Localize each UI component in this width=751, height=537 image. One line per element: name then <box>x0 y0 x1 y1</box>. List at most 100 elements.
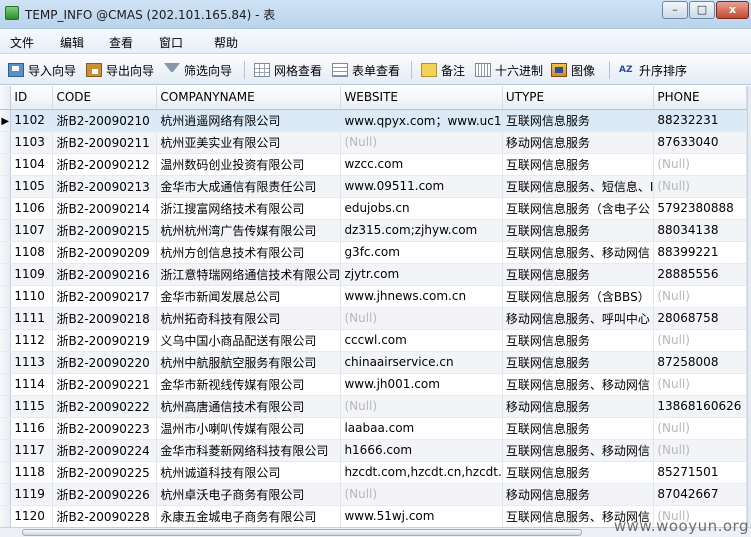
memo-button[interactable]: 备注 <box>421 60 465 80</box>
cell-id[interactable]: 1120 <box>10 505 54 527</box>
cell-phone[interactable]: 85271501 <box>653 461 747 484</box>
menu-edit[interactable]: 编辑 <box>60 34 84 51</box>
cell-companyname[interactable]: 金华市科菱新网络科技有限公司 <box>156 439 342 462</box>
cell-website[interactable]: chinaairservice.cn <box>340 351 503 374</box>
cell-id[interactable]: 1105 <box>10 175 54 198</box>
row-indicator[interactable] <box>0 263 12 286</box>
row-indicator[interactable] <box>0 329 12 352</box>
cell-utype[interactable]: 互联网信息服务（含电子公 <box>502 197 655 220</box>
column-header-phone[interactable]: PHONE <box>653 86 747 110</box>
data-grid[interactable]: ID CODE COMPANYNAME WEBSITE UTYPE PHONE … <box>0 86 751 527</box>
column-header-code[interactable]: CODE <box>52 86 158 110</box>
cell-companyname[interactable]: 金华市新闻发展总公司 <box>156 285 342 308</box>
table-row[interactable]: 1103 浙B2-20090211 杭州亚美实业有限公司 (Null) 移动网信息服务 8… <box>0 131 751 154</box>
cell-phone[interactable]: (Null) <box>653 329 747 352</box>
cell-code[interactable]: 浙B2-20090226 <box>52 483 158 506</box>
column-header-utype[interactable]: UTYPE <box>502 86 655 110</box>
cell-website[interactable]: (Null) <box>340 131 503 154</box>
table-row[interactable]: 1114 浙B2-20090221 金华市新视线传媒有限公司 www.jh001.co… <box>0 373 751 396</box>
cell-website[interactable]: (Null) <box>340 395 503 418</box>
cell-phone[interactable]: 87633040 <box>653 131 747 154</box>
cell-companyname[interactable]: 杭州亚美实业有限公司 <box>156 131 342 154</box>
table-row[interactable]: 1113 浙B2-20090220 杭州中航服航空服务有限公司 chinaairser… <box>0 351 751 374</box>
cell-utype[interactable]: 互联网信息服务、移动网信 <box>502 241 655 264</box>
cell-website[interactable]: zjytr.com <box>340 263 503 286</box>
cell-code[interactable]: 浙B2-20090223 <box>52 417 158 440</box>
cell-id[interactable]: 1119 <box>10 483 54 506</box>
cell-utype[interactable]: 互联网信息服务 <box>502 351 655 374</box>
cell-companyname[interactable]: 金华市新视线传媒有限公司 <box>156 373 342 396</box>
cell-utype[interactable]: 互联网信息服务、移动网信 <box>502 439 655 462</box>
sort-ascending-button[interactable]: AZ 升序排序 <box>619 60 687 80</box>
row-indicator[interactable] <box>0 417 12 440</box>
cell-companyname[interactable]: 永康五金城电子商务有限公司 <box>156 505 342 527</box>
table-row[interactable]: 1104 浙B2-20090212 温州数码创业投资有限公司 wzcc.com 互联网信… <box>0 153 751 176</box>
table-row[interactable]: 1111 浙B2-20090218 杭州拓奇科技有限公司 (Null) 移动网信息服务、… <box>0 307 751 330</box>
cell-code[interactable]: 浙B2-20090218 <box>52 307 158 330</box>
cell-code[interactable]: 浙B2-20090213 <box>52 175 158 198</box>
cell-companyname[interactable]: 杭州杭州湾广告传媒有限公司 <box>156 219 342 242</box>
row-indicator[interactable] <box>0 461 12 484</box>
cell-companyname[interactable]: 杭州高唐通信技术有限公司 <box>156 395 342 418</box>
menu-help[interactable]: 帮助 <box>214 34 238 51</box>
cell-code[interactable]: 浙B2-20090220 <box>52 351 158 374</box>
cell-id[interactable]: 1116 <box>10 417 54 440</box>
filter-wizard-button[interactable]: 筛选向导 <box>164 60 232 80</box>
cell-website[interactable]: dz315.com;zjhyw.com <box>340 219 503 242</box>
cell-phone[interactable]: 28068758 <box>653 307 747 330</box>
cell-id[interactable]: 1102 <box>10 109 54 132</box>
cell-phone[interactable]: (Null) <box>653 439 747 462</box>
column-header-companyname[interactable]: COMPANYNAME <box>156 86 342 110</box>
row-indicator[interactable] <box>0 307 12 330</box>
cell-id[interactable]: 1106 <box>10 197 54 220</box>
cell-companyname[interactable]: 杭州方创信息技术有限公司 <box>156 241 342 264</box>
row-indicator[interactable] <box>0 285 12 308</box>
row-indicator[interactable] <box>0 219 12 242</box>
cell-phone[interactable]: 5792380888 <box>653 197 747 220</box>
cell-website[interactable]: edujobs.cn <box>340 197 503 220</box>
cell-id[interactable]: 1115 <box>10 395 54 418</box>
cell-phone[interactable]: (Null) <box>653 285 747 308</box>
cell-utype[interactable]: 互联网信息服务（含BBS） <box>502 285 655 308</box>
hex-button[interactable]: 十六进制 <box>475 60 543 80</box>
cell-companyname[interactable]: 浙江搜富网络技术有限公司 <box>156 197 342 220</box>
menu-file[interactable]: 文件 <box>10 34 34 51</box>
cell-utype[interactable]: 互联网信息服务、移动网信 <box>502 373 655 396</box>
cell-id[interactable]: 1109 <box>10 263 54 286</box>
form-view-button[interactable]: 表单查看 <box>332 60 400 80</box>
cell-companyname[interactable]: 金华市大成通信有限责任公司 <box>156 175 342 198</box>
cell-companyname[interactable]: 杭州卓沃电子商务有限公司 <box>156 483 342 506</box>
cell-website[interactable]: www.qpyx.com；www.uc1 <box>340 109 503 132</box>
table-row[interactable]: 1107 浙B2-20090215 杭州杭州湾广告传媒有限公司 dz315.com;z… <box>0 219 751 242</box>
close-button[interactable]: x <box>716 1 749 19</box>
cell-phone[interactable]: (Null) <box>653 417 747 440</box>
cell-id[interactable]: 1107 <box>10 219 54 242</box>
cell-phone[interactable]: 88034138 <box>653 219 747 242</box>
cell-companyname[interactable]: 温州数码创业投资有限公司 <box>156 153 342 176</box>
horizontal-scrollbar-thumb[interactable] <box>22 529 582 536</box>
cell-phone[interactable]: 87042667 <box>653 483 747 506</box>
table-row[interactable]: 1108 浙B2-20090209 杭州方创信息技术有限公司 g3fc.com 互联网信… <box>0 241 751 264</box>
cell-id[interactable]: 1104 <box>10 153 54 176</box>
cell-code[interactable]: 浙B2-20090224 <box>52 439 158 462</box>
cell-id[interactable]: 1118 <box>10 461 54 484</box>
table-row[interactable]: 1112 浙B2-20090219 义乌中国小商品配送有限公司 cccwl.com 互联… <box>0 329 751 352</box>
row-indicator[interactable] <box>0 175 12 198</box>
row-indicator[interactable] <box>0 373 12 396</box>
row-indicator[interactable] <box>0 153 12 176</box>
cell-utype[interactable]: 移动网信息服务 <box>502 395 655 418</box>
row-indicator[interactable] <box>0 197 12 220</box>
table-row[interactable]: 1117 浙B2-20090224 金华市科菱新网络科技有限公司 h1666.com 互… <box>0 439 751 462</box>
table-row[interactable]: 1106 浙B2-20090214 浙江搜富网络技术有限公司 edujobs.cn 互联… <box>0 197 751 220</box>
cell-companyname[interactable]: 温州市小喇叭传媒有限公司 <box>156 417 342 440</box>
menu-window[interactable]: 窗口 <box>159 34 183 51</box>
cell-website[interactable]: www.09511.com <box>340 175 503 198</box>
cell-website[interactable]: h1666.com <box>340 439 503 462</box>
cell-website[interactable]: hzcdt.com,hzcdt.cn,hzcdt. <box>340 461 503 484</box>
minimize-button[interactable]: – <box>662 1 688 19</box>
cell-code[interactable]: 浙B2-20090219 <box>52 329 158 352</box>
cell-id[interactable]: 1111 <box>10 307 54 330</box>
cell-id[interactable]: 1113 <box>10 351 54 374</box>
grid-view-button[interactable]: 网格查看 <box>254 60 322 80</box>
table-row[interactable]: 1115 浙B2-20090222 杭州高唐通信技术有限公司 (Null) 移动网信息服… <box>0 395 751 418</box>
